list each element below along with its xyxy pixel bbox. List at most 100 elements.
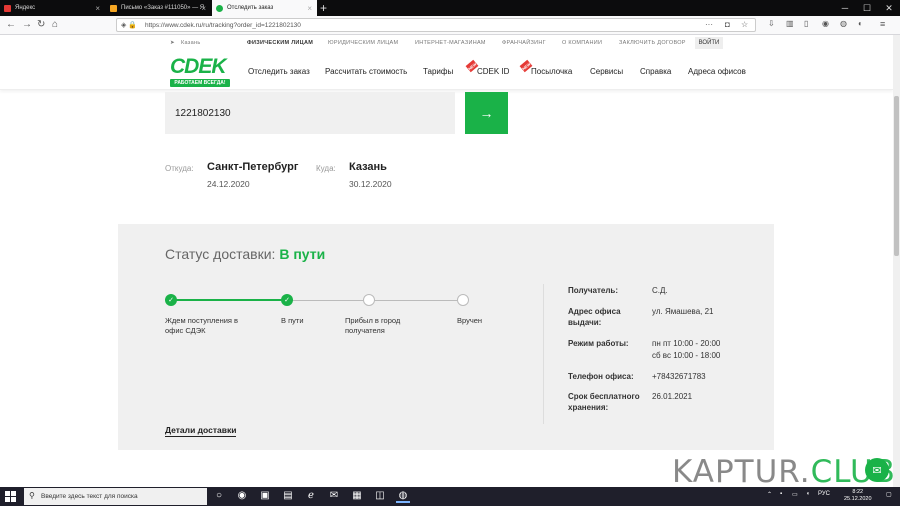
login-button[interactable]: ВОЙТИ — [695, 37, 723, 49]
app-icon[interactable]: ▦ — [350, 490, 364, 501]
notifications-icon[interactable]: ▢ — [886, 491, 892, 498]
scrollbar-thumb[interactable] — [894, 96, 899, 256]
yandex-icon — [4, 4, 11, 12]
new-tab-icon[interactable]: + — [320, 1, 327, 15]
step-label: Ждем поступления в офис СДЭК — [165, 316, 239, 335]
step-pending-icon — [363, 294, 375, 306]
info-value: С.Д. — [652, 286, 668, 295]
extension-icon[interactable]: ◉ — [822, 19, 829, 28]
taskbar-clock[interactable]: 8:22 25.12.2020 — [844, 489, 872, 503]
task-view-icon[interactable]: ○ — [212, 490, 226, 501]
close-icon[interactable]: × — [201, 4, 206, 13]
page-actions-icon[interactable]: ··· — [705, 20, 713, 29]
track-submit-button[interactable]: → — [465, 92, 508, 134]
account-icon[interactable]: ◐ — [858, 19, 863, 28]
main-menu-item[interactable]: Тарифы — [423, 67, 453, 76]
step-label: Прибыл в город получателя — [345, 316, 401, 335]
bookmark-star-icon[interactable]: ☆ — [741, 20, 748, 29]
top-menu-item[interactable]: ФИЗИЧЕСКИМ ЛИЦАМ — [247, 40, 313, 46]
ie-icon[interactable]: ℯ — [304, 490, 318, 501]
from-city: Санкт-Петербург — [207, 161, 299, 173]
info-key: Адрес офиса выдачи: — [568, 307, 621, 327]
minimize-icon[interactable]: ─ — [834, 0, 856, 16]
tab-title: Письмо «Заказ #111050» — Я — [121, 5, 205, 11]
info-value: 26.01.2021 — [652, 392, 693, 401]
delivery-details-link[interactable]: Детали доставки — [165, 425, 237, 437]
url-bar[interactable]: ◈ 🔒 https://www.cdek.ru/ru/tracking?orde… — [116, 18, 756, 32]
to-city: Казань — [349, 161, 387, 173]
top-menu-item[interactable]: ЮРИДИЧЕСКИМ ЛИЦАМ — [328, 40, 398, 46]
tab-tracking[interactable]: Отследить заказ × — [212, 0, 317, 16]
window-close-icon[interactable]: ✕ — [878, 0, 900, 16]
top-menu-item[interactable]: ЗАКЛЮЧИТЬ ДОГОВОР — [619, 40, 686, 46]
info-key: Получатель: — [568, 286, 618, 295]
logo-text: CDEK — [170, 55, 227, 78]
language-indicator[interactable]: РУС — [818, 491, 830, 497]
taskbar-search-input[interactable]: ⚲ Введите здесь текст для поиска — [24, 488, 207, 505]
edge-icon[interactable]: ◉ — [235, 490, 249, 501]
tab-title: Отследить заказ — [227, 5, 274, 11]
chat-button[interactable]: ✉ — [865, 458, 889, 482]
sidebar-icon[interactable]: ▯ — [804, 19, 808, 28]
step-check-icon: ✓ — [281, 294, 293, 306]
mail-icon[interactable]: ✉ — [327, 490, 341, 501]
tab-yandex[interactable]: Яндекс × — [0, 0, 105, 16]
explorer-icon[interactable]: ▤ — [281, 490, 295, 501]
back-icon[interactable]: ← — [6, 19, 16, 30]
main-menu-item[interactable]: Отследить заказ — [248, 67, 310, 76]
main-menu-item[interactable]: Рассчитать стоимость — [325, 67, 407, 76]
reload-icon[interactable]: ↻ — [37, 19, 45, 30]
library-icon[interactable]: ▥ — [786, 19, 794, 28]
store-icon[interactable]: ▣ — [258, 490, 272, 501]
close-icon[interactable]: × — [307, 4, 312, 13]
city-selector[interactable]: Казань — [181, 40, 200, 46]
cdek-favicon-icon — [216, 4, 223, 12]
tray-up-icon[interactable]: ⌃ — [767, 491, 772, 498]
shield-icon: ◈ 🔒 — [121, 22, 138, 29]
forward-icon[interactable]: → — [22, 19, 32, 30]
from-label: Откуда: — [165, 164, 194, 173]
downloads-icon[interactable]: ⇩ — [768, 19, 775, 28]
top-menu-item[interactable]: ИНТЕРНЕТ-МАГАЗИНАМ — [415, 40, 486, 46]
step-check-icon: ✓ — [165, 294, 177, 306]
home-icon[interactable]: ⌂ — [52, 19, 58, 30]
main-menu-item[interactable]: Адреса офисов — [688, 67, 746, 76]
maximize-icon[interactable]: ☐ — [856, 0, 878, 16]
info-key: Телефон офиса: — [568, 372, 634, 381]
site-top-menu: ➤ Казань ФИЗИЧЕСКИМ ЛИЦАМ ЮРИДИЧЕСКИМ ЛИ… — [0, 36, 893, 50]
status-title-label: Статус доставки: — [165, 246, 276, 262]
main-menu-item[interactable]: Справка — [640, 67, 671, 76]
status-value: В пути — [279, 246, 326, 262]
info-key: Режим работы: — [568, 339, 629, 348]
pocket-icon[interactable]: ◘ — [725, 20, 730, 29]
progress-line-done — [171, 299, 287, 301]
main-menu-item[interactable]: CDEK ID — [477, 67, 509, 76]
network-icon[interactable]: ▭ — [792, 491, 798, 498]
top-menu-item[interactable]: ФРАНЧАЙЗИНГ — [502, 40, 546, 46]
top-menu-item[interactable]: О КОМПАНИИ — [562, 40, 602, 46]
volume-icon[interactable]: ◖ — [806, 491, 810, 497]
windows-start-icon[interactable] — [5, 491, 16, 502]
order-number-input[interactable]: 1221802130 — [165, 92, 455, 134]
info-value: +78432671783 — [652, 372, 706, 381]
url-text: https://www.cdek.ru/ru/tracking?order_id… — [145, 22, 301, 29]
progress-line-pending — [287, 299, 463, 301]
windows-taskbar: ⚲ Введите здесь текст для поиска ○ ◉ ▣ ▤… — [0, 487, 900, 506]
logo-tagline: РАБОТАЕМ ВСЕГДА! — [170, 79, 230, 87]
chat-icon: ✉ — [872, 464, 882, 477]
close-icon[interactable]: × — [95, 4, 100, 13]
info-value: сб вс 10:00 - 18:00 — [652, 351, 721, 360]
mail-icon — [110, 4, 117, 12]
main-menu-item[interactable]: Посылочка — [531, 67, 572, 76]
tab-mail[interactable]: Письмо «Заказ #111050» — Я × — [106, 0, 211, 16]
app-icon[interactable]: ◫ — [373, 490, 387, 501]
firefox-icon[interactable]: ◍ — [396, 490, 410, 503]
menu-icon[interactable]: ≡ — [880, 19, 885, 29]
main-menu-item[interactable]: Сервисы — [590, 67, 623, 76]
tray-app-icon[interactable]: ▪ — [780, 491, 782, 497]
cdek-logo[interactable]: CDEK РАБОТАЕМ ВСЕГДА! — [170, 56, 234, 88]
search-icon: ⚲ — [29, 491, 35, 500]
step-label: В пути — [281, 316, 304, 325]
extension-icon[interactable]: ◍ — [840, 19, 847, 28]
watermark: KAPTUR.CLUB — [672, 454, 896, 490]
